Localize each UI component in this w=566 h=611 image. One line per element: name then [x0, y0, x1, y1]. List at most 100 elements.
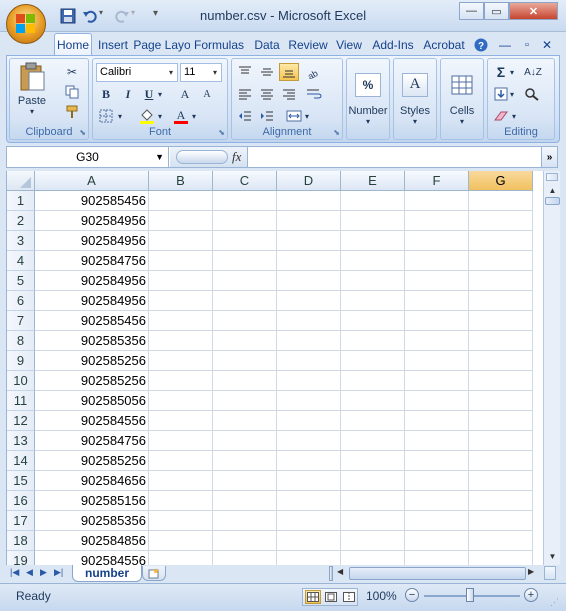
cell-b[interactable]: [149, 371, 213, 391]
scroll-left-icon[interactable]: ◀: [337, 567, 343, 576]
column-header-c[interactable]: C: [213, 171, 277, 191]
cell-g[interactable]: [469, 351, 533, 371]
office-button[interactable]: [6, 4, 46, 44]
tab-insert[interactable]: Insert: [93, 34, 133, 55]
scroll-up-icon[interactable]: ▲: [545, 183, 560, 197]
borders-dropdown-icon[interactable]: ▾: [115, 107, 125, 125]
clipboard-launcher-icon[interactable]: ⬊: [79, 128, 86, 137]
cell-d[interactable]: [277, 371, 341, 391]
undo-dropdown-icon[interactable]: ▾: [99, 8, 115, 24]
cell-d[interactable]: [277, 391, 341, 411]
row-header[interactable]: 18: [7, 531, 35, 551]
cell-f[interactable]: [405, 551, 469, 565]
cells-button[interactable]: Cells ▾: [442, 63, 482, 135]
column-header-e[interactable]: E: [341, 171, 405, 191]
cell-d[interactable]: [277, 431, 341, 451]
cell-b[interactable]: [149, 411, 213, 431]
vertical-scroll-thumb[interactable]: [545, 197, 560, 205]
cell-f[interactable]: [405, 271, 469, 291]
font-launcher-icon[interactable]: ⬊: [218, 128, 225, 137]
tab-data[interactable]: Data: [250, 34, 284, 55]
cell-b[interactable]: [149, 231, 213, 251]
fill-color-dropdown-icon[interactable]: ▾: [155, 107, 165, 125]
cell-a[interactable]: 902584956: [35, 271, 149, 291]
column-header-g[interactable]: G: [469, 171, 533, 191]
cell-d[interactable]: [277, 551, 341, 565]
font-size-select[interactable]: 11 ▾: [180, 63, 222, 82]
formula-bar-resize-handle[interactable]: [176, 150, 228, 164]
workbook-close-icon[interactable]: ✕: [540, 34, 554, 55]
autosum-dropdown-icon[interactable]: ▾: [507, 63, 517, 81]
cell-e[interactable]: [341, 391, 405, 411]
prev-sheet-icon[interactable]: ◀: [26, 567, 33, 578]
cell-f[interactable]: [405, 331, 469, 351]
cell-c[interactable]: [213, 351, 277, 371]
cell-g[interactable]: [469, 491, 533, 511]
cell-f[interactable]: [405, 251, 469, 271]
row-header[interactable]: 9: [7, 351, 35, 371]
find-select-icon[interactable]: [522, 85, 542, 103]
cell-b[interactable]: [149, 511, 213, 531]
cell-g[interactable]: [469, 231, 533, 251]
cell-a[interactable]: 902585256: [35, 451, 149, 471]
font-color-button[interactable]: A: [171, 107, 191, 125]
cell-d[interactable]: [277, 191, 341, 211]
cell-c[interactable]: [213, 251, 277, 271]
cell-d[interactable]: [277, 271, 341, 291]
row-header[interactable]: 16: [7, 491, 35, 511]
cell-a[interactable]: 902585056: [35, 391, 149, 411]
row-header[interactable]: 19: [7, 551, 35, 565]
first-sheet-icon[interactable]: |◀: [10, 567, 19, 578]
shrink-font-button[interactable]: A: [197, 85, 217, 103]
cell-a[interactable]: 902585256: [35, 351, 149, 371]
ribbon-restore-icon[interactable]: ▫: [520, 34, 534, 55]
cell-f[interactable]: [405, 451, 469, 471]
cell-f[interactable]: [405, 511, 469, 531]
row-header[interactable]: 3: [7, 231, 35, 251]
cell-c[interactable]: [213, 511, 277, 531]
save-icon[interactable]: [60, 8, 76, 24]
wrap-text-icon[interactable]: [304, 85, 324, 103]
cell-a[interactable]: 902584756: [35, 251, 149, 271]
row-header[interactable]: 1: [7, 191, 35, 211]
zoom-out-icon[interactable]: −: [405, 588, 419, 602]
cell-b[interactable]: [149, 191, 213, 211]
scroll-right-icon[interactable]: ▶: [528, 567, 534, 576]
ribbon-minimize-icon[interactable]: —: [498, 34, 512, 55]
sheet-tab-number[interactable]: number: [72, 565, 142, 582]
row-header[interactable]: 17: [7, 511, 35, 531]
cell-f[interactable]: [405, 471, 469, 491]
clear-icon[interactable]: [491, 107, 511, 125]
tab-split-handle[interactable]: [329, 566, 333, 581]
cell-g[interactable]: [469, 471, 533, 491]
cell-a[interactable]: 902584956: [35, 291, 149, 311]
split-box-vertical[interactable]: [546, 173, 558, 181]
cell-c[interactable]: [213, 451, 277, 471]
alignment-launcher-icon[interactable]: ⬊: [333, 128, 340, 137]
fill-color-icon[interactable]: [137, 107, 157, 125]
tab-home[interactable]: Home: [54, 33, 92, 56]
cell-f[interactable]: [405, 211, 469, 231]
cell-e[interactable]: [341, 471, 405, 491]
zoom-level[interactable]: 100%: [366, 589, 397, 603]
cell-f[interactable]: [405, 311, 469, 331]
cell-a[interactable]: 902584556: [35, 551, 149, 565]
row-header[interactable]: 7: [7, 311, 35, 331]
align-left-icon[interactable]: [235, 85, 255, 103]
next-sheet-icon[interactable]: ▶: [40, 567, 47, 578]
fill-dropdown-icon[interactable]: ▾: [507, 85, 517, 103]
cell-g[interactable]: [469, 191, 533, 211]
row-header[interactable]: 4: [7, 251, 35, 271]
cell-c[interactable]: [213, 471, 277, 491]
cell-e[interactable]: [341, 311, 405, 331]
align-bottom-icon[interactable]: [279, 63, 299, 81]
cell-e[interactable]: [341, 211, 405, 231]
cell-g[interactable]: [469, 511, 533, 531]
cell-b[interactable]: [149, 331, 213, 351]
cell-e[interactable]: [341, 251, 405, 271]
insert-sheet-icon[interactable]: [142, 566, 166, 581]
resize-grip-icon[interactable]: ⋰: [550, 597, 559, 608]
formula-input[interactable]: [250, 147, 538, 167]
zoom-slider-thumb[interactable]: [466, 588, 474, 602]
cell-e[interactable]: [341, 291, 405, 311]
